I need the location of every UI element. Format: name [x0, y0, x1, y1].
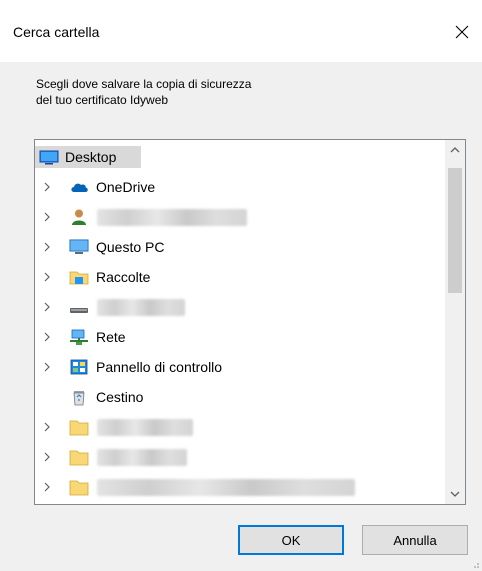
tree-item-drive[interactable]: [35, 292, 445, 322]
scroll-up-button[interactable]: [445, 140, 465, 160]
scroll-down-button[interactable]: [445, 484, 465, 504]
control-panel-icon: [70, 359, 88, 375]
this-pc-icon: [69, 239, 89, 254]
recycle-bin-icon: [73, 391, 85, 406]
chevron-right-icon[interactable]: [41, 241, 53, 253]
chevron-right-icon[interactable]: [41, 481, 53, 493]
libraries-icon: [69, 271, 89, 285]
ok-button[interactable]: OK: [238, 525, 344, 555]
chevron-right-icon[interactable]: [41, 301, 53, 313]
cancel-button[interactable]: Annulla: [362, 525, 468, 555]
tree-item-onedrive[interactable]: OneDrive: [35, 172, 445, 202]
chevron-up-icon: [450, 147, 460, 153]
redacted-label: [97, 479, 355, 496]
window-title: Cerca cartella: [13, 24, 100, 40]
desktop-icon: [39, 150, 59, 165]
instruction-line-2: del tuo certificato Idyweb: [36, 93, 169, 107]
chevron-right-icon[interactable]: [41, 331, 53, 343]
folder-icon: [69, 480, 89, 496]
redacted-label: [97, 419, 193, 436]
tree-item-control-panel[interactable]: Pannello di controllo: [35, 352, 445, 382]
tree-item-folder[interactable]: [35, 412, 445, 442]
folder-icon: [69, 450, 89, 466]
redacted-label: [97, 449, 187, 466]
tree-item-label: Desktop: [65, 149, 117, 165]
folder-icon: [69, 420, 89, 436]
tree-item-libraries[interactable]: Raccolte: [35, 262, 445, 292]
chevron-right-icon[interactable]: [41, 421, 53, 433]
drive-icon: [70, 308, 88, 313]
resize-grip-icon[interactable]: [470, 559, 480, 569]
browse-folder-dialog: Cerca cartella Scegli dove salvare la co…: [0, 0, 482, 571]
redacted-label: [97, 299, 185, 316]
chevron-down-icon: [450, 491, 460, 497]
tree-item-user[interactable]: [35, 202, 445, 232]
chevron-right-icon[interactable]: [41, 211, 53, 223]
redacted-label: [97, 209, 247, 226]
tree-item-this-pc[interactable]: Questo PC: [35, 232, 445, 262]
tree-item-label: Pannello di controllo: [96, 359, 223, 375]
tree-item-label: Questo PC: [96, 239, 165, 255]
chevron-right-icon[interactable]: [41, 361, 53, 373]
tree-item-recycle-bin[interactable]: Cestino: [35, 382, 445, 412]
tree-item-folder[interactable]: [35, 472, 445, 502]
tree-item-label: OneDrive: [96, 179, 156, 195]
tree-item-label: Raccolte: [96, 269, 151, 285]
tree-scrollbar[interactable]: [445, 140, 465, 504]
folder-tree[interactable]: Desktop OneDrive Questo PC Raccolte Rete…: [34, 139, 466, 505]
tree-item-network[interactable]: Rete: [35, 322, 445, 352]
user-icon: [72, 209, 86, 225]
title-bar: Cerca cartella: [0, 0, 482, 62]
close-button[interactable]: [444, 14, 480, 50]
instruction-line-1: Scegli dove salvare la copia di sicurezz…: [36, 77, 252, 91]
tree-item-label: Rete: [96, 329, 126, 345]
chevron-right-icon[interactable]: [41, 271, 53, 283]
tree-item-desktop[interactable]: Desktop: [35, 142, 445, 172]
tree-item-label: Cestino: [96, 389, 144, 405]
tree-item-folder[interactable]: [35, 442, 445, 472]
onedrive-cloud-icon: [71, 183, 88, 192]
scroll-thumb[interactable]: [448, 168, 462, 293]
instruction-text: Scegli dove salvare la copia di sicurezz…: [36, 76, 356, 108]
network-icon: [70, 329, 88, 345]
chevron-right-icon[interactable]: [41, 181, 53, 193]
close-icon: [455, 25, 469, 39]
chevron-right-icon[interactable]: [41, 451, 53, 463]
